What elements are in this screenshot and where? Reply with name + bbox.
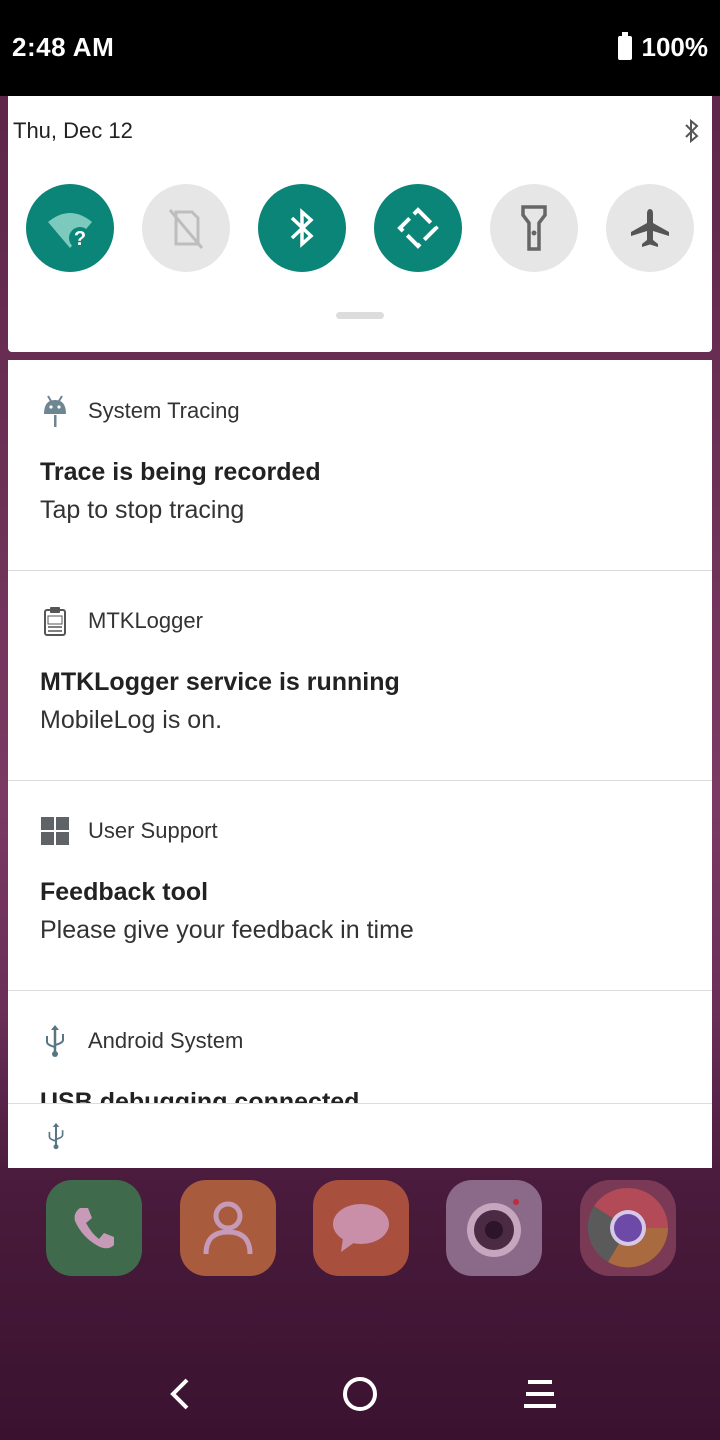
- back-icon: [170, 1378, 189, 1410]
- drag-handle[interactable]: [336, 312, 384, 319]
- airplane-mode-tile[interactable]: [606, 184, 694, 272]
- notif-app-name: User Support: [88, 818, 218, 843]
- chrome-icon: [587, 1187, 668, 1268]
- chrome-app[interactable]: [580, 1180, 676, 1276]
- home-button[interactable]: [336, 1370, 384, 1418]
- phone-icon: [74, 1208, 114, 1249]
- camera-app[interactable]: [446, 1180, 542, 1276]
- navigation-bar: [0, 1340, 720, 1440]
- no-sim-icon: [168, 209, 204, 249]
- mobile-data-tile[interactable]: [142, 184, 230, 272]
- bluetooth-tile[interactable]: [258, 184, 346, 272]
- notif-text: Tap to stop tracing: [40, 496, 245, 524]
- app-dock: [46, 1180, 676, 1276]
- recents-button[interactable]: [516, 1370, 564, 1418]
- home-icon: [343, 1377, 377, 1411]
- notif-title: Trace is being recorded: [40, 458, 321, 486]
- quick-settings-panel: Thu, Dec 12 ?: [8, 96, 712, 352]
- notification-user-support[interactable]: User Support Feedback tool Please give y…: [8, 780, 712, 991]
- wifi-tile[interactable]: ?: [26, 184, 114, 272]
- camera-lens-icon: [467, 1199, 521, 1257]
- person-icon: [203, 1201, 253, 1255]
- battery-icon: [617, 31, 632, 60]
- notification-mtklogger[interactable]: MTKLogger MTKLogger service is running M…: [8, 570, 712, 781]
- chat-bubble-icon: [333, 1204, 389, 1252]
- airplane-icon: [631, 209, 669, 247]
- battery-indicator: 100%: [617, 31, 709, 63]
- grid-icon: [40, 814, 70, 848]
- status-time: 2:48 AM: [12, 32, 115, 62]
- menu-lines-icon: [524, 1380, 556, 1408]
- notif-title: MTKLogger service is running: [40, 668, 400, 696]
- flashlight-icon: [521, 205, 547, 251]
- svg-text:?: ?: [74, 228, 86, 250]
- notif-app-name: Android System: [88, 1028, 244, 1053]
- notif-app-name: System Tracing: [88, 398, 240, 423]
- android-icon: [40, 394, 70, 428]
- wifi-icon: ?: [48, 213, 92, 250]
- notif-text: MobileLog is on.: [40, 706, 223, 734]
- messages-app[interactable]: [313, 1180, 409, 1276]
- phone-app[interactable]: [46, 1180, 142, 1276]
- qs-date[interactable]: Thu, Dec 12: [13, 118, 133, 144]
- collapsed-notification-strip[interactable]: [8, 1103, 712, 1168]
- log-clipboard-icon: [40, 604, 70, 638]
- notification-list: System Tracing Trace is being recorded T…: [8, 360, 712, 1168]
- notif-app-name: MTKLogger: [88, 608, 203, 633]
- contacts-app[interactable]: [180, 1180, 276, 1276]
- auto-rotate-tile[interactable]: [374, 184, 462, 272]
- quick-tiles: ?: [26, 184, 696, 272]
- usb-icon: [48, 1122, 64, 1150]
- status-bar: 2:48 AM 100%: [0, 0, 720, 96]
- notification-system-tracing[interactable]: System Tracing Trace is being recorded T…: [8, 360, 712, 571]
- auto-rotate-icon: [397, 207, 439, 249]
- usb-icon: [40, 1024, 70, 1058]
- notif-title: Feedback tool: [40, 878, 209, 906]
- flashlight-tile[interactable]: [490, 184, 578, 272]
- notif-text: Please give your feedback in time: [40, 916, 414, 944]
- bluetooth-icon: [290, 208, 314, 248]
- battery-percent: 100%: [641, 32, 709, 62]
- bluetooth-status-icon: [685, 118, 699, 144]
- back-button[interactable]: [156, 1370, 204, 1418]
